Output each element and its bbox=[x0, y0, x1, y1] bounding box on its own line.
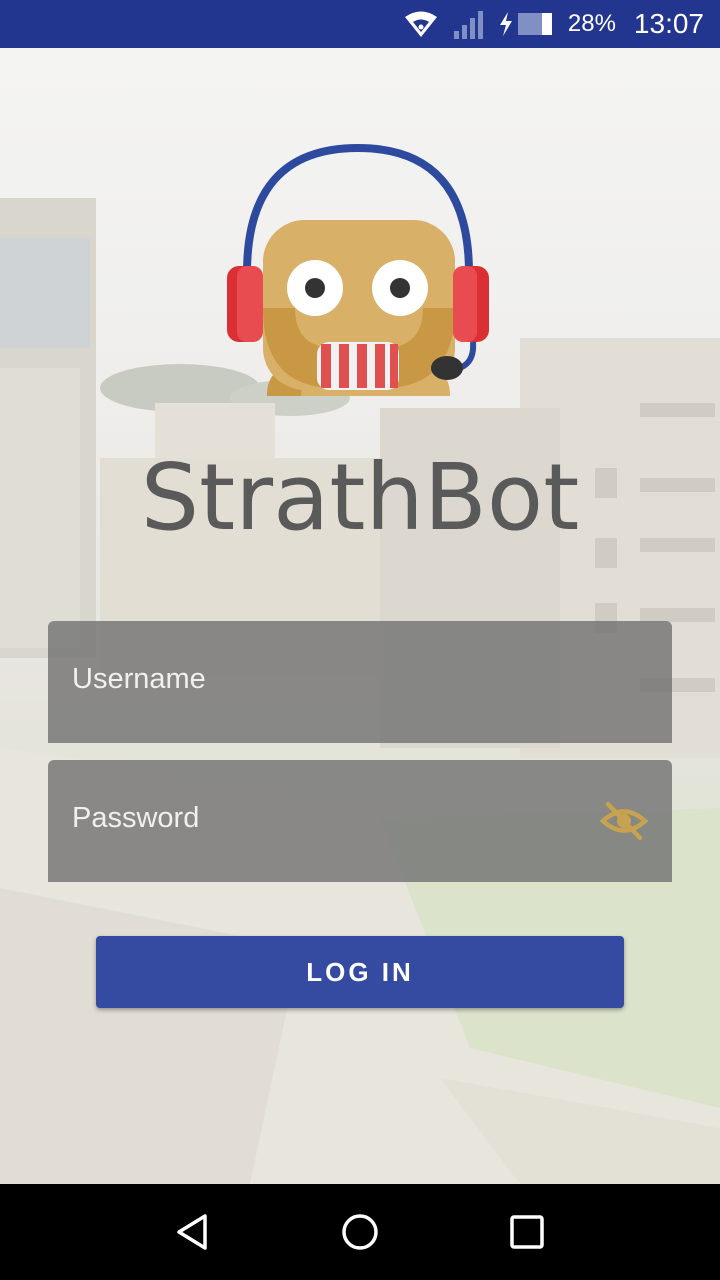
status-bar: 28% 13:07 bbox=[0, 0, 720, 48]
navigation-bar bbox=[0, 1184, 720, 1280]
battery-charging-icon bbox=[498, 10, 554, 38]
login-button[interactable]: LOG IN bbox=[96, 936, 624, 1008]
eye-off-icon[interactable] bbox=[599, 800, 649, 842]
recents-square-icon[interactable] bbox=[497, 1202, 557, 1262]
clock: 13:07 bbox=[633, 8, 704, 39]
username-placeholder: Username bbox=[72, 663, 206, 695]
password-field[interactable]: Password bbox=[48, 760, 672, 882]
app-title: StrathBot bbox=[140, 444, 580, 551]
password-placeholder: Password bbox=[72, 802, 200, 834]
home-circle-icon[interactable] bbox=[330, 1202, 390, 1262]
battery-percentage: 28% bbox=[567, 10, 616, 37]
back-triangle-icon[interactable] bbox=[163, 1202, 223, 1262]
login-screen: StrathBot Username Password LOG IN bbox=[0, 48, 720, 1184]
signal-icon bbox=[452, 9, 484, 39]
username-field[interactable]: Username bbox=[48, 621, 672, 743]
robot-headset-logo bbox=[227, 143, 489, 396]
wifi-icon bbox=[404, 10, 438, 38]
